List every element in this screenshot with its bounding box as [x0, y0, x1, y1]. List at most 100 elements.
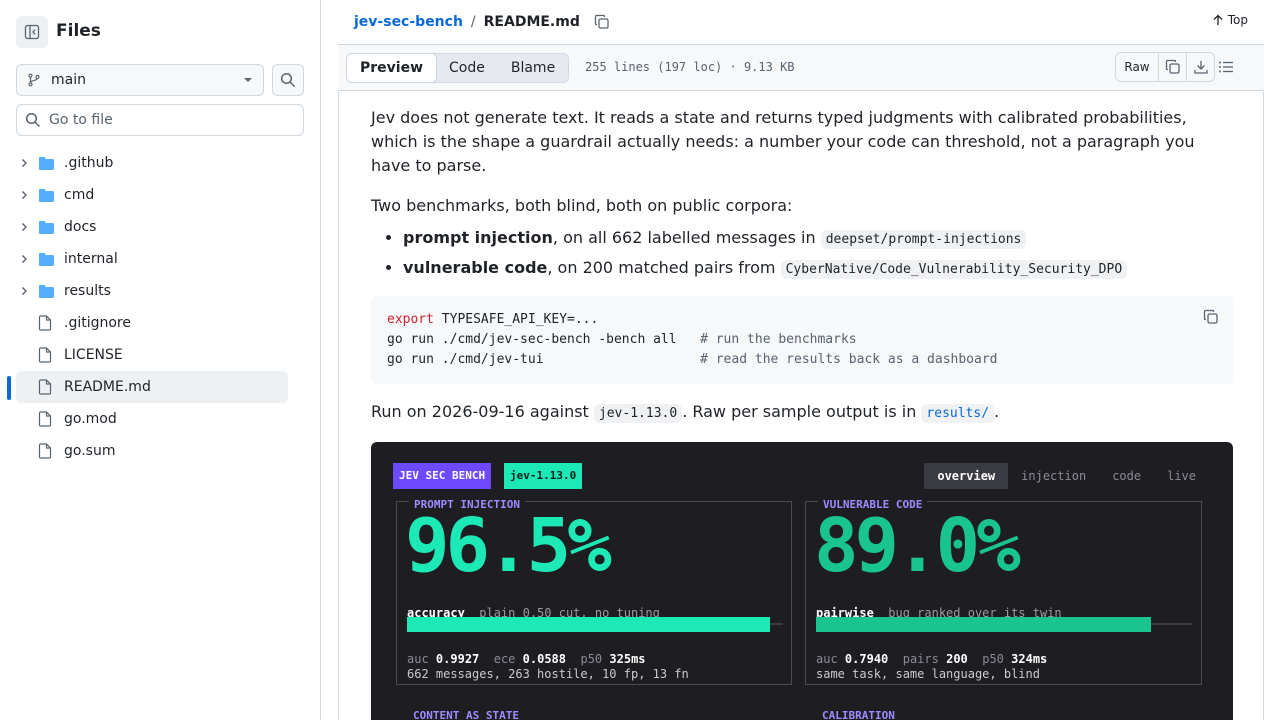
- dashboard-tab-live: live: [1167, 469, 1196, 483]
- benchmarks-paragraph: Two benchmarks, both blind, both on publ…: [371, 196, 793, 215]
- panel-big-number: 89.0%: [814, 503, 1021, 589]
- active-indicator: [7, 376, 11, 400]
- view-mode-tabs: Preview Code Blame: [346, 53, 570, 83]
- panel-footer: 662 messages, 263 hostile, 10 fp, 13 fn: [407, 667, 689, 681]
- tab-blame[interactable]: Blame: [498, 54, 568, 82]
- raw-button[interactable]: Raw: [1116, 53, 1158, 81]
- dashboard-image: JEV SEC BENCH jev-1.13.0 overview injecti…: [371, 442, 1233, 720]
- intro-paragraph: Jev does not generate text. It reads a s…: [371, 108, 1195, 175]
- list-item: vulnerable code, on 200 matched pairs fr…: [403, 256, 1233, 282]
- tree-item-label: go.mod: [64, 411, 117, 427]
- folder-icon: [38, 188, 56, 203]
- prompt-injection-panel: PROMPT INJECTION 96.5% accuracy plain 0.…: [396, 493, 792, 685]
- file-actions: Raw: [1115, 52, 1215, 82]
- top-label: Top: [1227, 13, 1248, 27]
- chevron-right-icon[interactable]: [16, 189, 32, 201]
- file-header: jev-sec-bench / README.md Top: [338, 0, 1264, 45]
- file-icon: [38, 315, 56, 331]
- tree-item-results[interactable]: results: [16, 275, 288, 307]
- list-outline-icon: [1219, 61, 1233, 73]
- dashboard-tabs: overview injection code live: [924, 463, 1209, 489]
- sidebar-title: Files: [56, 21, 101, 41]
- benchmark-list: prompt injection, on all 662 labelled me…: [403, 226, 1233, 282]
- breadcrumb-separator: /: [470, 14, 476, 30]
- tree-item-label: go.sum: [64, 443, 116, 459]
- breadcrumb-file-name: README.md: [483, 14, 580, 30]
- run-info-paragraph: Run on 2026-09-16 against jev-1.13.0. Ra…: [371, 402, 1000, 423]
- panel-bar-fill: [407, 617, 770, 632]
- file-tree: .github cmd docs internal results .gitignore L…: [0, 147, 320, 467]
- download-icon: [1193, 61, 1208, 74]
- dashboard-tab-code: code: [1112, 469, 1142, 483]
- git-branch-icon: [28, 73, 40, 87]
- tree-item-docs[interactable]: docs: [16, 211, 288, 243]
- tree-item-label: LICENSE: [64, 347, 123, 363]
- chevron-right-icon[interactable]: [16, 253, 32, 265]
- file-info: 255 lines (197 loc) · 9.13 KB: [585, 60, 795, 74]
- file-toolbar: Preview Code Blame 255 lines (197 loc) · 9…: [338, 45, 1264, 91]
- chevron-right-icon[interactable]: [16, 285, 32, 297]
- tree-item-label: .gitignore: [64, 315, 131, 331]
- tab-preview[interactable]: Preview: [346, 53, 438, 83]
- scroll-top-link[interactable]: Top: [1212, 13, 1248, 27]
- sidebar-collapse-icon: [24, 24, 40, 40]
- search-files-button[interactable]: [272, 64, 304, 96]
- tree-item-go-mod[interactable]: go.mod: [16, 403, 288, 435]
- tree-item-internal[interactable]: internal: [16, 243, 288, 275]
- tree-item-gitignore[interactable]: .gitignore: [16, 307, 288, 339]
- tree-item-label: README.md: [64, 379, 151, 395]
- panel-footer: same task, same language, blind: [816, 667, 1040, 681]
- copy-path-button[interactable]: [594, 14, 610, 30]
- copy-raw-button[interactable]: [1158, 53, 1186, 81]
- dashboard-badge: JEV SEC BENCH: [393, 463, 492, 489]
- go-to-file-field[interactable]: [16, 104, 304, 136]
- folder-icon: [38, 156, 56, 171]
- file-icon: [38, 411, 56, 427]
- go-to-file-input[interactable]: [49, 112, 289, 128]
- copy-icon: [594, 14, 609, 29]
- file-tree-sidebar: Files main .github cmd docs internal results…: [0, 0, 321, 720]
- folder-icon: [38, 220, 56, 235]
- dashboard-version: jev-1.13.0: [504, 463, 583, 489]
- outline-button[interactable]: [1218, 59, 1234, 79]
- chevron-right-icon[interactable]: [16, 221, 32, 233]
- readme-content: Jev does not generate text. It reads a s…: [338, 92, 1264, 720]
- tree-item-readme-md[interactable]: README.md: [7, 371, 288, 403]
- branch-selector[interactable]: main: [16, 64, 264, 96]
- panel-big-number: 96.5%: [405, 503, 612, 589]
- tree-item-label: .github: [64, 155, 114, 171]
- chevron-right-icon[interactable]: [16, 157, 32, 169]
- dashboard-tab-overview: overview: [924, 463, 1009, 489]
- caret-down-icon: [244, 78, 252, 82]
- copy-icon: [1165, 59, 1180, 74]
- tree-item-label: results: [64, 283, 111, 299]
- vulnerable-code-panel: VULNERABLE CODE 89.0% pairwise bug ranke…: [805, 493, 1202, 685]
- branch-name: main: [51, 72, 86, 88]
- tree-item-cmd[interactable]: cmd: [16, 179, 288, 211]
- collapse-sidebar-button[interactable]: [16, 16, 48, 48]
- panel-bar-fill: [816, 617, 1151, 632]
- copy-code-button[interactable]: [1203, 309, 1219, 332]
- file-icon: [38, 347, 56, 363]
- arrow-up-icon: [1213, 14, 1223, 25]
- folder-icon: [38, 284, 56, 299]
- code-block: export TYPESAFE_API_KEY=... go run ./cmd…: [371, 296, 1233, 384]
- tree-item-github[interactable]: .github: [16, 147, 288, 179]
- list-item: prompt injection, on all 662 labelled me…: [403, 226, 1233, 252]
- tree-item-label: cmd: [64, 187, 95, 203]
- lower-panel-title: CONTENT AS STATE: [413, 709, 519, 720]
- search-icon: [280, 72, 296, 88]
- download-button[interactable]: [1186, 53, 1214, 81]
- tree-item-go-sum[interactable]: go.sum: [16, 435, 288, 467]
- tree-item-label: docs: [64, 219, 97, 235]
- results-link[interactable]: results/: [921, 402, 995, 423]
- markdown-body: Jev does not generate text. It reads a s…: [371, 106, 1233, 720]
- tab-code[interactable]: Code: [436, 54, 498, 82]
- breadcrumb-repo-link[interactable]: jev-sec-bench: [354, 14, 463, 30]
- search-icon: [25, 112, 41, 128]
- copy-icon: [1203, 309, 1218, 324]
- lower-panel-title: CALIBRATION: [822, 709, 895, 720]
- file-icon: [38, 379, 56, 395]
- dashboard-tab-injection: injection: [1021, 469, 1087, 483]
- tree-item-license[interactable]: LICENSE: [16, 339, 288, 371]
